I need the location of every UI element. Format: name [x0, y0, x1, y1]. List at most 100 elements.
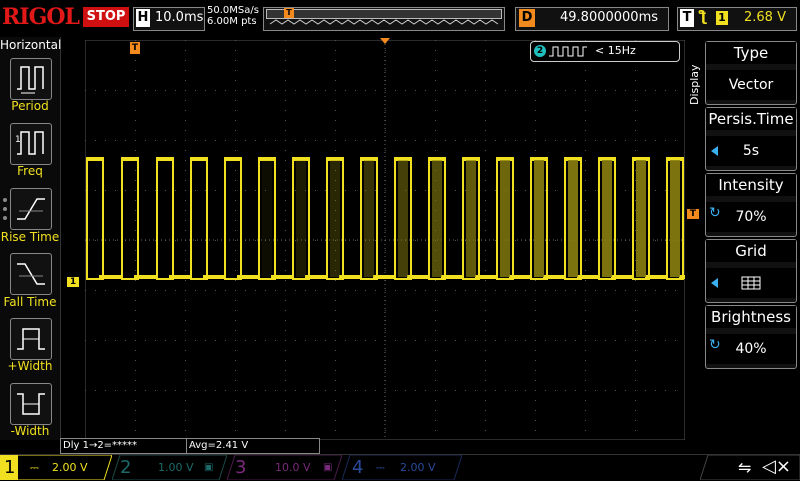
grid-dot	[585, 180, 586, 181]
grid-dot	[185, 170, 186, 171]
grid-dot	[335, 280, 336, 281]
grid-dot	[235, 310, 236, 311]
grid-dot	[115, 190, 116, 191]
channel-1-tab[interactable]: 1 ⎓ 2.00 V	[0, 455, 112, 480]
grid-dot	[235, 130, 236, 131]
waveform-low-level	[237, 275, 259, 279]
grid-dot	[145, 290, 146, 291]
grid-dot	[285, 120, 286, 121]
grid-dot	[175, 140, 176, 141]
type-softkey[interactable]: Type Vector	[705, 41, 797, 105]
grid-dot	[285, 220, 286, 221]
fall-time-button[interactable]	[10, 253, 52, 295]
grid-dot	[295, 340, 296, 341]
grid-dot	[485, 410, 486, 411]
grid-dot	[535, 290, 536, 291]
grid-dot	[205, 190, 206, 191]
grid-dot	[435, 140, 436, 141]
positive-width-button[interactable]	[10, 318, 52, 360]
grid-dot	[135, 280, 136, 281]
grid-dot	[485, 140, 486, 141]
grid-dot	[635, 230, 636, 231]
grid-dot	[365, 140, 366, 141]
grid-dot	[385, 170, 386, 171]
grid-dot	[235, 380, 236, 381]
grid-dot	[485, 190, 486, 191]
grid-dot	[535, 380, 536, 381]
rise-time-button[interactable]	[10, 188, 52, 230]
grid-dot	[475, 290, 476, 291]
grid-dot	[535, 130, 536, 131]
grid-dot	[335, 80, 336, 81]
grid-dot	[665, 290, 666, 291]
grid-dot	[675, 340, 676, 341]
grid-dot	[575, 90, 576, 91]
grid-dot	[595, 90, 596, 91]
grid-dot	[295, 390, 296, 391]
page-dot	[3, 207, 7, 211]
grid-dot	[185, 430, 186, 431]
grid-dot	[315, 290, 316, 291]
grid-dot	[105, 140, 106, 141]
trigger-level-marker[interactable]: T	[687, 209, 699, 219]
grid-dot	[155, 140, 156, 141]
channel-4-tab[interactable]: 4 ⎓ 2.00 V	[342, 455, 462, 480]
grid-dot	[515, 240, 516, 241]
grid-dot	[585, 350, 586, 351]
grid-dot	[185, 220, 186, 221]
run-stop-indicator[interactable]: STOP	[83, 7, 129, 27]
grid-dot	[435, 290, 436, 291]
grid-dot	[645, 140, 646, 141]
grid-dot	[185, 340, 186, 341]
grid-dot	[355, 190, 356, 191]
trigger-position-marker[interactable]: T	[130, 42, 140, 54]
grid-dot	[285, 140, 286, 141]
channel-3-tab[interactable]: 3 10.0 V ▣	[227, 455, 342, 480]
positive-width-icon	[17, 328, 45, 350]
grid-dot	[435, 50, 436, 51]
freq-button[interactable]: 1	[10, 123, 52, 165]
grid-dot	[135, 320, 136, 321]
grid-dot	[545, 90, 546, 91]
grid-dot	[345, 290, 346, 291]
grid-dot	[125, 340, 126, 341]
grid-dot	[185, 160, 186, 161]
timebase-label: H	[136, 9, 150, 27]
grid-value	[706, 268, 796, 298]
grid-dot	[235, 80, 236, 81]
channel-3-scale: 10.0 V	[275, 461, 311, 474]
grid-dot	[485, 380, 486, 381]
grid-dot	[435, 60, 436, 61]
grid-dot	[255, 90, 256, 91]
grid-dot	[185, 290, 186, 291]
grid-dot	[95, 190, 96, 191]
grid-dot	[215, 340, 216, 341]
speaker-muted-icon[interactable]: ◁×	[762, 456, 791, 477]
brightness-softkey[interactable]: Brightness 40% ↻	[705, 305, 797, 369]
period-button[interactable]	[10, 58, 52, 100]
grid-dot	[425, 390, 426, 391]
grid-dot	[135, 360, 136, 361]
negative-width-button[interactable]	[10, 383, 52, 425]
grid-dot	[235, 210, 236, 211]
grid-dot	[445, 290, 446, 291]
grid-dot	[185, 420, 186, 421]
grid-dot	[615, 390, 616, 391]
grid-dot	[535, 320, 536, 321]
persistence-time-softkey[interactable]: Persis.Time 5s	[705, 107, 797, 171]
grid-dot	[275, 340, 276, 341]
grid-dot	[185, 110, 186, 111]
waveform-display[interactable]	[85, 40, 685, 440]
intensity-softkey[interactable]: Intensity 70% ↻	[705, 173, 797, 237]
grid-softkey[interactable]: Grid	[705, 239, 797, 303]
rise-time-icon	[17, 198, 45, 220]
grid-dot	[395, 290, 396, 291]
waveform-high-level	[87, 157, 103, 161]
grid-dot	[435, 130, 436, 131]
grid-dot	[205, 290, 206, 291]
channel-1-offset-marker[interactable]: 1	[67, 277, 79, 287]
grid-dot	[625, 90, 626, 91]
grid-dot	[145, 340, 146, 341]
channel-2-tab[interactable]: 2 1.00 V ▣	[112, 455, 227, 480]
grid-dot	[155, 390, 156, 391]
